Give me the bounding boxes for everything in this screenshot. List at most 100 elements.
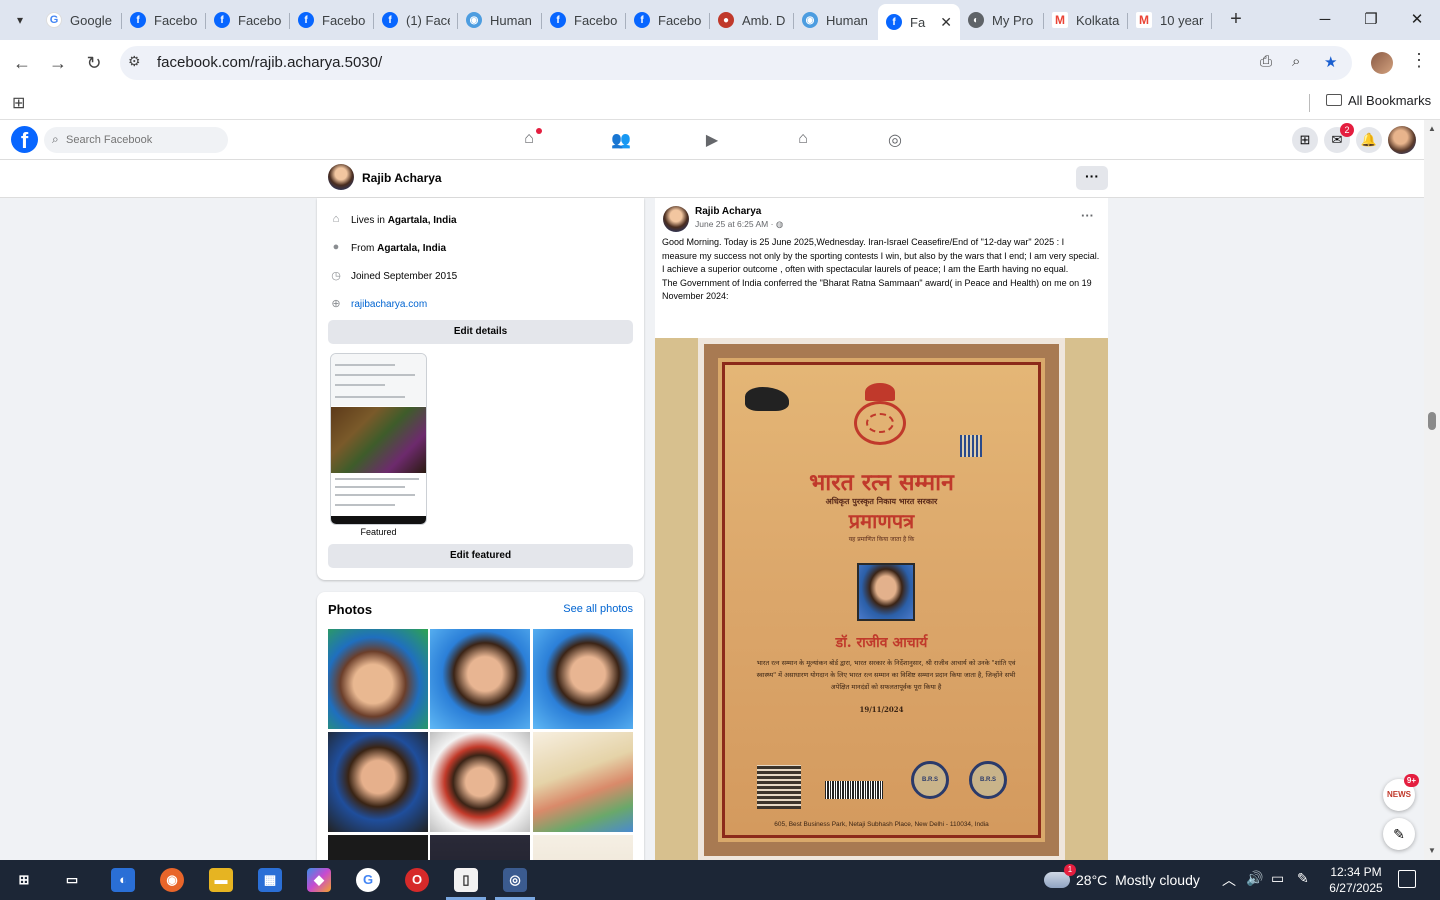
tab-human-2[interactable]: ◉ Human <box>794 4 878 36</box>
lives-in-link[interactable]: Agartala, India <box>388 215 457 226</box>
chrome-profile-avatar[interactable] <box>1371 52 1393 74</box>
opera-icon[interactable]: O <box>405 868 429 892</box>
show-hidden-icons-chevron-icon[interactable]: ︿ <box>1222 870 1236 890</box>
task-view-icon[interactable]: ▭ <box>60 868 84 892</box>
new-message-compose-icon[interactable]: ✎ <box>1383 818 1415 850</box>
pen-icon[interactable]: ✎ <box>1297 870 1309 887</box>
website-link[interactable]: rajibacharya.com <box>351 299 427 310</box>
notification-center-icon[interactable] <box>1398 870 1416 888</box>
post-author-name[interactable]: Rajib Acharya <box>695 206 761 217</box>
edit-details-button[interactable]: Edit details <box>328 320 633 344</box>
tab-search-chevron-icon[interactable]: ▾ <box>8 8 32 32</box>
photos-title[interactable]: Photos <box>328 602 372 617</box>
notifications-bell-icon[interactable]: 🔔 <box>1356 127 1382 153</box>
active-app-icon[interactable]: ◎ <box>503 868 527 892</box>
bookmark-star-icon[interactable]: ★ <box>1324 53 1337 71</box>
news-floating-button[interactable]: NEWS 9+ <box>1383 774 1419 811</box>
tab-amb[interactable]: ● Amb. D <box>710 4 794 36</box>
post-options-icon[interactable]: ··· <box>1081 208 1094 223</box>
post-timestamp[interactable]: June 25 at 6:25 AM · ◍ <box>695 219 783 230</box>
tab-list: GGoogle fFacebook fFacebook fFacebook f(… <box>38 4 1212 40</box>
profile-avatar[interactable] <box>328 164 354 190</box>
post-image[interactable]: भारत रत्न सम्मान अधिकृत पुरस्कृत निकाय भ… <box>655 338 1108 862</box>
photo-thumbnail[interactable] <box>328 835 428 862</box>
back-arrow-icon[interactable]: ← <box>10 51 34 75</box>
profile-more-button[interactable]: ··· <box>1076 166 1108 190</box>
close-window-icon[interactable]: ✕ <box>1405 8 1429 32</box>
certificate-body: भारत रत्न सम्मान के मूल्यांकन बोर्ड द्वा… <box>756 659 1016 691</box>
apps-grid-icon[interactable]: ⊞ <box>12 93 25 113</box>
notepad-icon[interactable]: ▯ <box>454 868 478 892</box>
tab-facebook-2[interactable]: fFacebook <box>206 4 290 36</box>
install-app-icon[interactable]: ⎙ <box>1260 53 1272 70</box>
tab-gmail-10-years[interactable]: M10 years <box>1128 4 1212 36</box>
tab-human-1[interactable]: ◉ Human <box>458 4 542 36</box>
tab-facebook-3[interactable]: fFacebook <box>290 4 374 36</box>
photo-thumbnail[interactable] <box>533 835 633 862</box>
account-avatar[interactable] <box>1388 126 1416 154</box>
video-nav-icon[interactable]: ▶ <box>701 130 723 150</box>
friends-nav-icon[interactable]: 👥 <box>610 130 632 150</box>
facebook-search[interactable]: ⌕ <box>44 127 228 153</box>
home-nav-icon[interactable]: ⌂ <box>518 128 542 150</box>
network-icon[interactable]: ▭ <box>1271 870 1284 887</box>
app-remote-icon[interactable]: ◐ <box>111 868 135 892</box>
from-link[interactable]: Agartala, India <box>377 243 446 254</box>
photo-thumbnail[interactable] <box>430 732 530 832</box>
new-tab-plus-icon[interactable]: + <box>1224 8 1248 32</box>
see-all-photos-link[interactable]: See all photos <box>563 603 633 615</box>
scroll-thumb[interactable] <box>1428 412 1436 430</box>
minimize-icon[interactable]: ─ <box>1313 8 1337 32</box>
forward-arrow-icon[interactable]: → <box>46 51 70 75</box>
photo-thumbnail[interactable] <box>430 629 530 729</box>
facebook-header: f ⌕ ⌂ 👥 ▶ ⌂ ◎ ⊞ ✉2 🔔 <box>0 120 1440 160</box>
scroll-down-arrow-icon[interactable]: ▼ <box>1428 846 1436 855</box>
marketplace-nav-icon[interactable]: ⌂ <box>792 130 814 150</box>
page-scrollbar[interactable] <box>1424 120 1440 860</box>
post-author-avatar[interactable] <box>663 206 689 232</box>
photo-thumbnail[interactable] <box>533 629 633 729</box>
groups-nav-icon[interactable]: ◎ <box>884 130 906 150</box>
tab-facebook-4[interactable]: f(1) Facebook <box>374 4 458 36</box>
photo-thumbnail[interactable] <box>430 835 530 862</box>
url-text[interactable]: facebook.com/rajib.acharya.5030/ <box>157 54 382 71</box>
featured-thumbnail[interactable] <box>330 353 427 525</box>
all-bookmarks-button[interactable]: All Bookmarks <box>1326 93 1431 108</box>
certificate-recipient: डॉ. राजीव आचार्य <box>835 635 928 651</box>
microsoft-store-icon[interactable]: ▦ <box>258 868 282 892</box>
firefox-icon[interactable]: ◉ <box>160 868 184 892</box>
volume-icon[interactable]: 🔊 <box>1246 870 1263 887</box>
facebook-logo-icon[interactable]: f <box>11 126 38 153</box>
certificate-subtitle: अधिकृत पुरस्कृत निकाय भारत सरकार <box>825 496 938 506</box>
site-settings-icon[interactable]: ⚙ <box>128 53 141 70</box>
chrome-menu-icon[interactable]: ⋮ <box>1410 50 1428 71</box>
file-explorer-icon[interactable]: ▬ <box>209 868 233 892</box>
tab-facebook-active[interactable]: f Fa ✕ <box>878 4 960 40</box>
facebook-search-input[interactable] <box>66 131 224 149</box>
tab-google[interactable]: G Google <box>38 4 122 36</box>
reload-icon[interactable]: ↻ <box>82 51 106 75</box>
close-tab-icon[interactable]: ✕ <box>940 14 952 31</box>
chrome-icon[interactable]: G <box>356 868 380 892</box>
zoom-icon[interactable]: ⌕ <box>1292 53 1300 70</box>
profile-name[interactable]: Rajib Acharya <box>362 171 442 185</box>
tab-facebook-6[interactable]: fFacebook <box>626 4 710 36</box>
weather-badge: 1 <box>1064 864 1076 876</box>
photo-thumbnail[interactable] <box>533 732 633 832</box>
windows-start-icon[interactable]: ⊞ <box>12 868 36 892</box>
edit-featured-button[interactable]: Edit featured <box>328 544 633 568</box>
scroll-up-arrow-icon[interactable]: ▲ <box>1428 124 1436 133</box>
copilot-icon[interactable]: ◆ <box>307 868 331 892</box>
menu-grid-icon[interactable]: ⊞ <box>1292 127 1318 153</box>
system-clock[interactable]: 12:34 PM 6/27/2025 <box>1318 864 1394 896</box>
maximize-icon[interactable]: ❐ <box>1359 8 1383 32</box>
tab-gmail-kolkata[interactable]: M Kolkata <box>1044 4 1128 36</box>
address-bar[interactable]: ⚙ facebook.com/rajib.acharya.5030/ ⎙ ⌕ ★ <box>120 46 1352 80</box>
messenger-icon[interactable]: ✉ 2 <box>1324 123 1354 153</box>
weather-widget[interactable]: 1 28°C Mostly cloudy <box>1044 864 1200 892</box>
tab-facebook-5[interactable]: fFacebook <box>542 4 626 36</box>
tab-facebook-1[interactable]: fFacebook <box>122 4 206 36</box>
tab-my-profile[interactable]: ◐ My Pro <box>960 4 1044 36</box>
photo-thumbnail[interactable] <box>328 732 428 832</box>
photo-thumbnail[interactable] <box>328 629 428 729</box>
